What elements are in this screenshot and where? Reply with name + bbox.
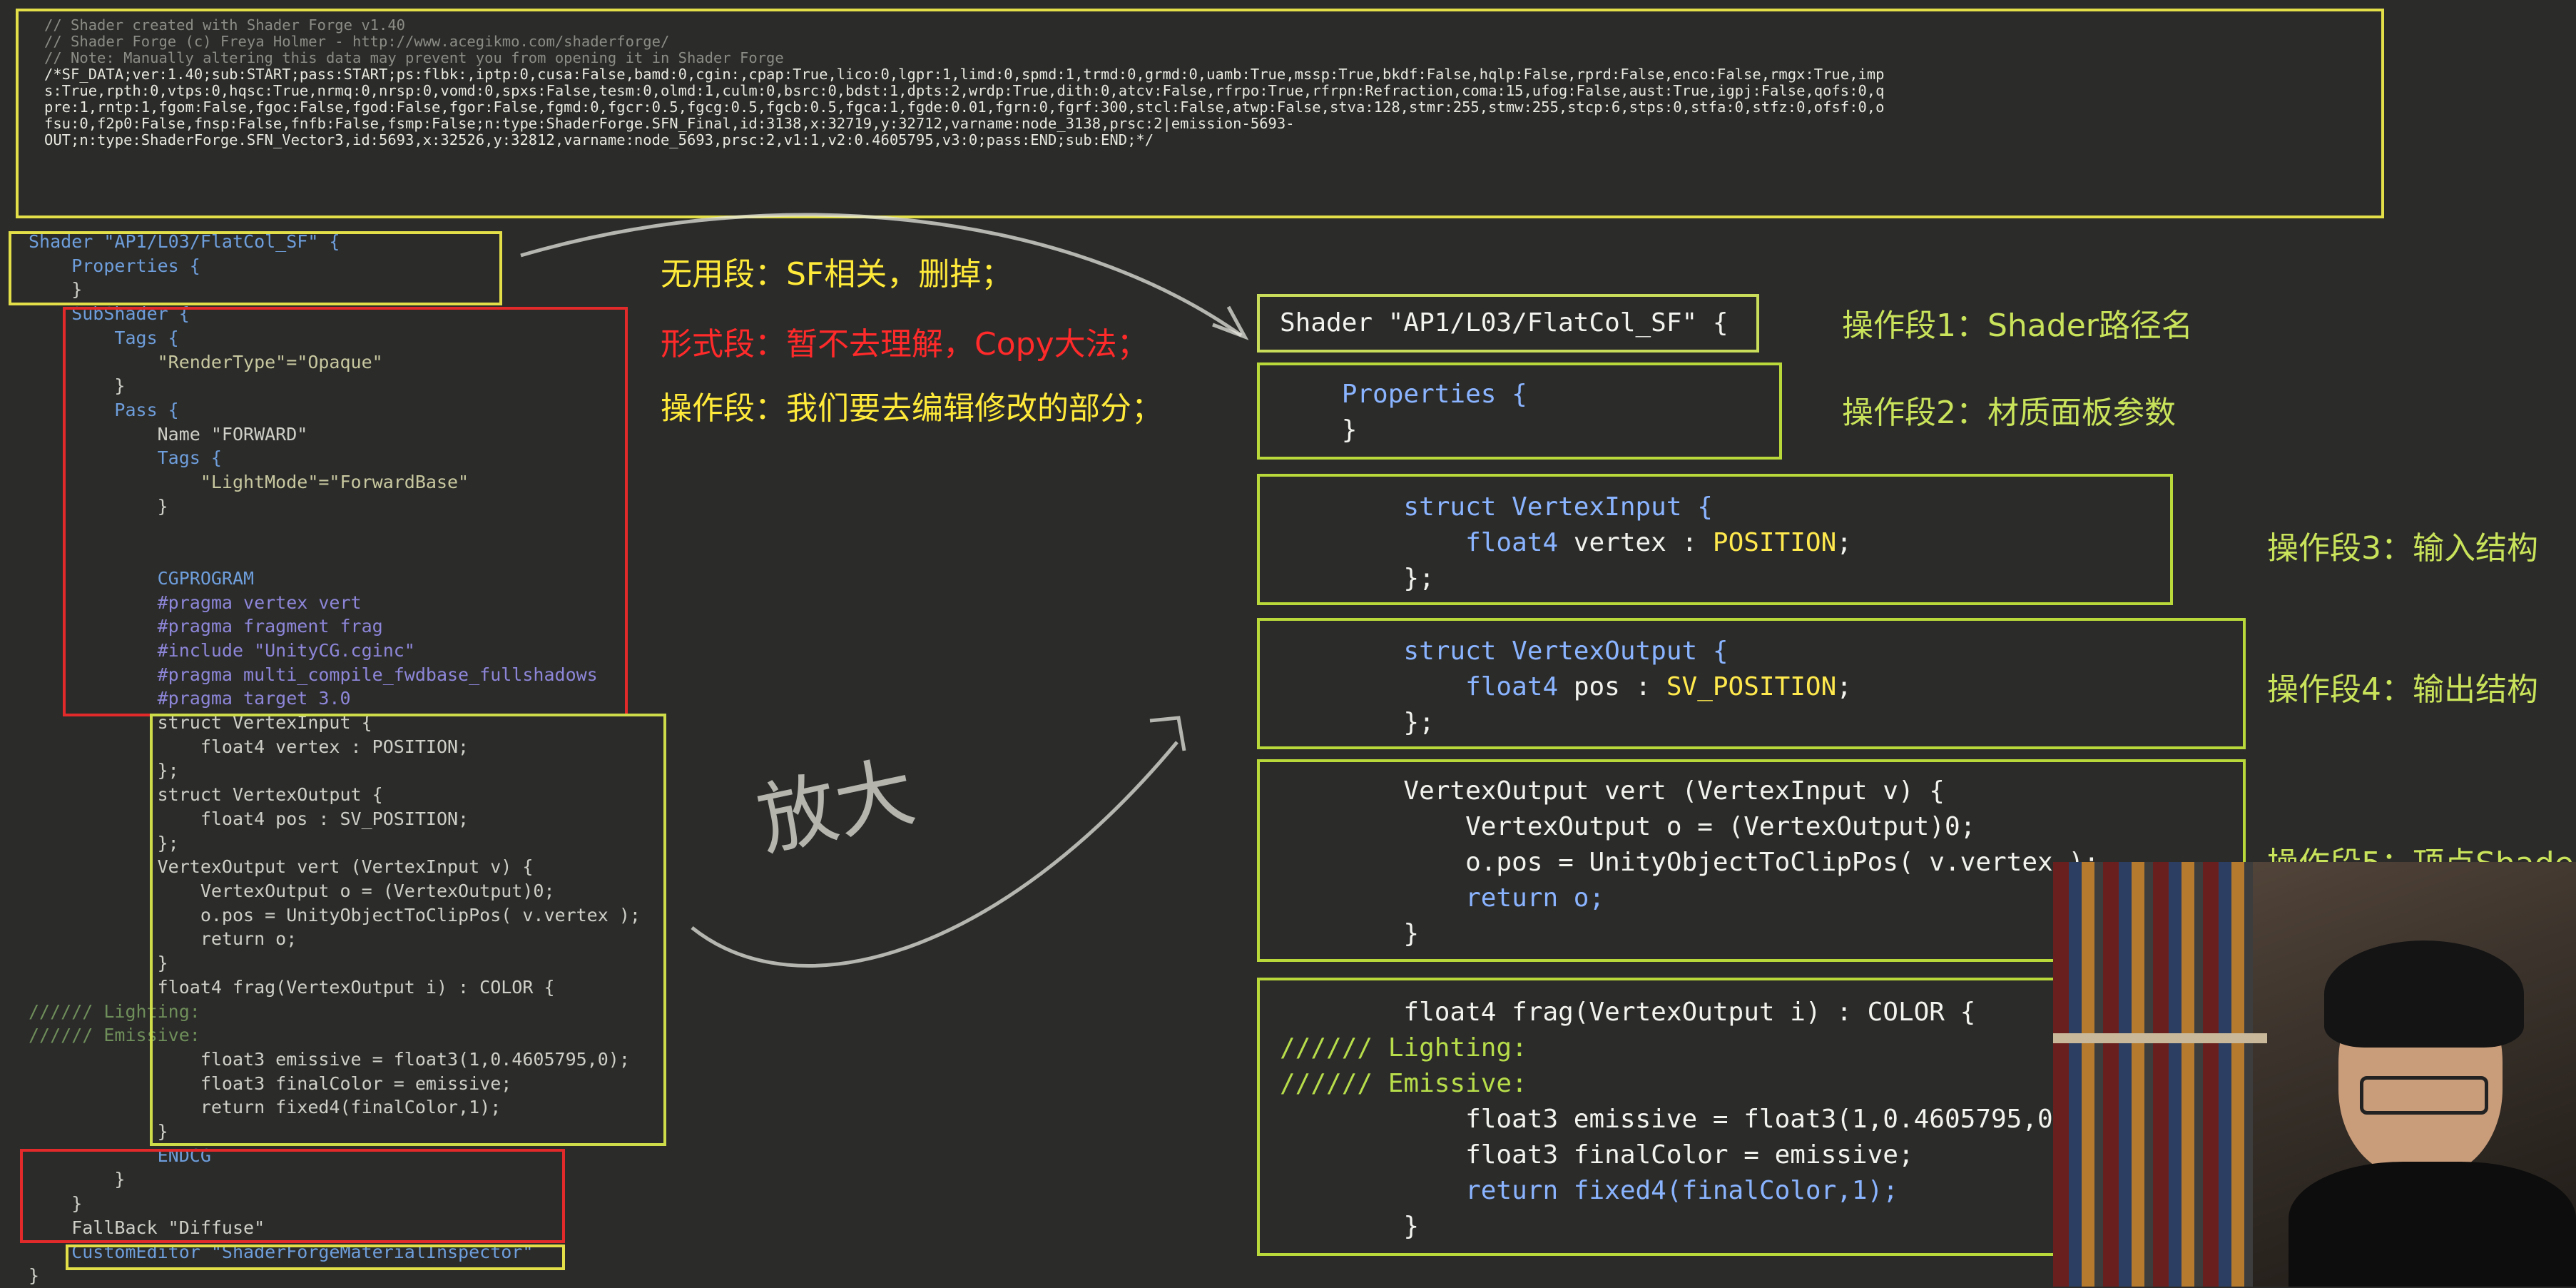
section2-box: Properties { } xyxy=(1257,362,1782,460)
code-line: float3 emissive = float3(1,0.4605795,0); xyxy=(1280,1105,2084,1134)
code-line: VertexOutput vert (VertexInput v) { xyxy=(1280,776,1945,806)
code-line: float3 finalColor = emissive; xyxy=(1280,1140,1914,1170)
section6-code: float4 frag(VertexOutput i) : COLOR { //… xyxy=(1280,995,2084,1244)
section3-code: struct VertexInput { float4 vertex : POS… xyxy=(1280,490,1852,597)
section5-code: VertexOutput vert (VertexInput v) { Vert… xyxy=(1280,774,2099,952)
glasses-icon xyxy=(2360,1076,2488,1115)
type-keyword: float4 xyxy=(1280,672,1559,701)
bookshelf xyxy=(2053,862,2253,1287)
semantic-keyword: SV_POSITION xyxy=(1666,672,1837,701)
semantic-keyword: POSITION xyxy=(1712,528,1837,557)
code-line: } xyxy=(1280,1212,1420,1241)
person-hair xyxy=(2324,940,2524,1048)
code-line: float4 pos : SV_POSITION; xyxy=(1280,672,1852,701)
code-line: ////// Emissive: xyxy=(1280,1069,1527,1098)
section-label-1: 操作段1：Shader路径名 xyxy=(1842,308,2193,344)
person-body xyxy=(2289,1162,2576,1287)
code-line: return fixed4(finalColor,1); xyxy=(1280,1176,1898,1205)
section-label-2: 操作段2：材质面板参数 xyxy=(1842,395,2176,431)
type-keyword: float4 xyxy=(1280,528,1559,557)
section4-code: struct VertexOutput { float4 pos : SV_PO… xyxy=(1280,634,1852,741)
code-line: return o; xyxy=(1280,883,1605,913)
section1-box: Shader "AP1/L03/FlatCol_SF" { xyxy=(1257,294,1759,353)
code-line: } xyxy=(1280,415,1358,445)
section3-box: struct VertexInput { float4 vertex : POS… xyxy=(1257,474,2173,605)
code-line: Properties { xyxy=(1280,380,1527,409)
code-line: ////// Lighting: xyxy=(1280,1033,1527,1063)
section-label-3: 操作段3：输入结构 xyxy=(2267,530,2538,567)
section-label-4: 操作段4：输出结构 xyxy=(2267,671,2538,708)
webcam-overlay xyxy=(2053,862,2576,1287)
code-line: VertexOutput o = (VertexOutput)0; xyxy=(1280,812,1976,841)
code-line: struct VertexOutput { xyxy=(1280,637,1729,666)
section2-code: Properties { } xyxy=(1280,377,1527,448)
code-line: }; xyxy=(1280,564,1435,593)
shelf-board xyxy=(2053,1033,2267,1043)
code-line: struct VertexInput { xyxy=(1280,492,1713,522)
section4-box: struct VertexOutput { float4 pos : SV_PO… xyxy=(1257,618,2246,749)
code-line: o.pos = UnityObjectToClipPos( v.vertex )… xyxy=(1280,848,2099,877)
code-line: float4 frag(VertexOutput i) : COLOR { xyxy=(1280,998,1976,1027)
code-line: } xyxy=(1280,919,1420,948)
code-line: Shader "AP1/L03/FlatCol_SF" { xyxy=(1280,308,1729,338)
code-line: float4 vertex : POSITION; xyxy=(1280,528,1852,557)
code-line: }; xyxy=(1280,708,1435,737)
